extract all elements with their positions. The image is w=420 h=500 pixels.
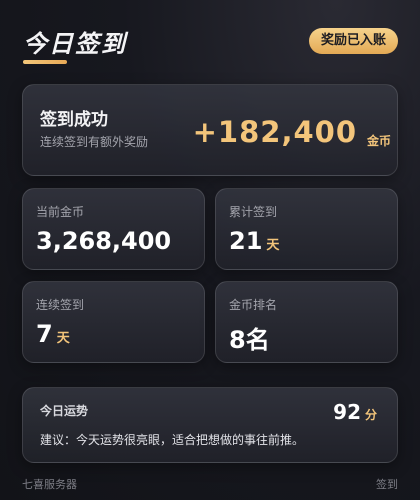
title-underline xyxy=(23,60,67,64)
header: 今日签到 奖励已入账 xyxy=(0,0,420,74)
stat-unit: 天 xyxy=(266,238,280,253)
stat-number: 3,268,400 xyxy=(36,227,172,255)
stat-label: 连续签到 xyxy=(36,298,85,312)
stat-label: 当前金币 xyxy=(36,205,85,219)
stat-value: 7天 xyxy=(36,320,70,348)
stat-card-current-coins: 当前金币 3,268,400 xyxy=(22,188,205,270)
reward-status-badge: 奖励已入账 xyxy=(308,28,398,54)
stat-value: 8名 xyxy=(229,320,270,355)
stat-label: 累计签到 xyxy=(229,205,278,219)
fortune-score-unit: 分 xyxy=(364,408,377,422)
checkin-success-title: 签到成功 xyxy=(40,110,108,130)
footer-checkin-label: 签到 xyxy=(376,478,398,491)
checkin-success-card: 签到成功 连续签到有额外奖励 +182,400 金币 xyxy=(22,84,398,176)
reward-unit: 金币 xyxy=(366,134,391,148)
reward-amount: +182,400 xyxy=(192,115,357,149)
stat-card-streak: 连续签到 7天 xyxy=(22,281,205,363)
checkin-success-subtitle: 连续签到有额外奖励 xyxy=(40,135,149,149)
stat-value: 21 天 xyxy=(229,227,279,255)
stat-card-total-checkins: 累计签到 21 天 xyxy=(215,188,398,270)
server-name: 七喜服务器 xyxy=(22,478,77,491)
stat-unit: 天 xyxy=(56,331,70,346)
fortune-card: 今日运势 92 分 建议：今天运势很亮眼，适合把想做的事往前推。 xyxy=(22,387,398,463)
stat-number: 7 xyxy=(36,320,53,348)
page-title: 今日签到 xyxy=(23,30,127,58)
fortune-title: 今日运势 xyxy=(40,404,89,418)
stat-number: 8名 xyxy=(229,326,270,354)
fortune-advice: 建议：今天运势很亮眼，适合把想做的事往前推。 xyxy=(40,433,305,447)
stat-number: 21 xyxy=(229,227,263,255)
fortune-score: 92 xyxy=(333,400,361,424)
stat-label: 金币排名 xyxy=(229,298,278,312)
stat-value: 3,268,400 xyxy=(36,227,171,255)
stat-card-coin-rank: 金币排名 8名 xyxy=(215,281,398,363)
